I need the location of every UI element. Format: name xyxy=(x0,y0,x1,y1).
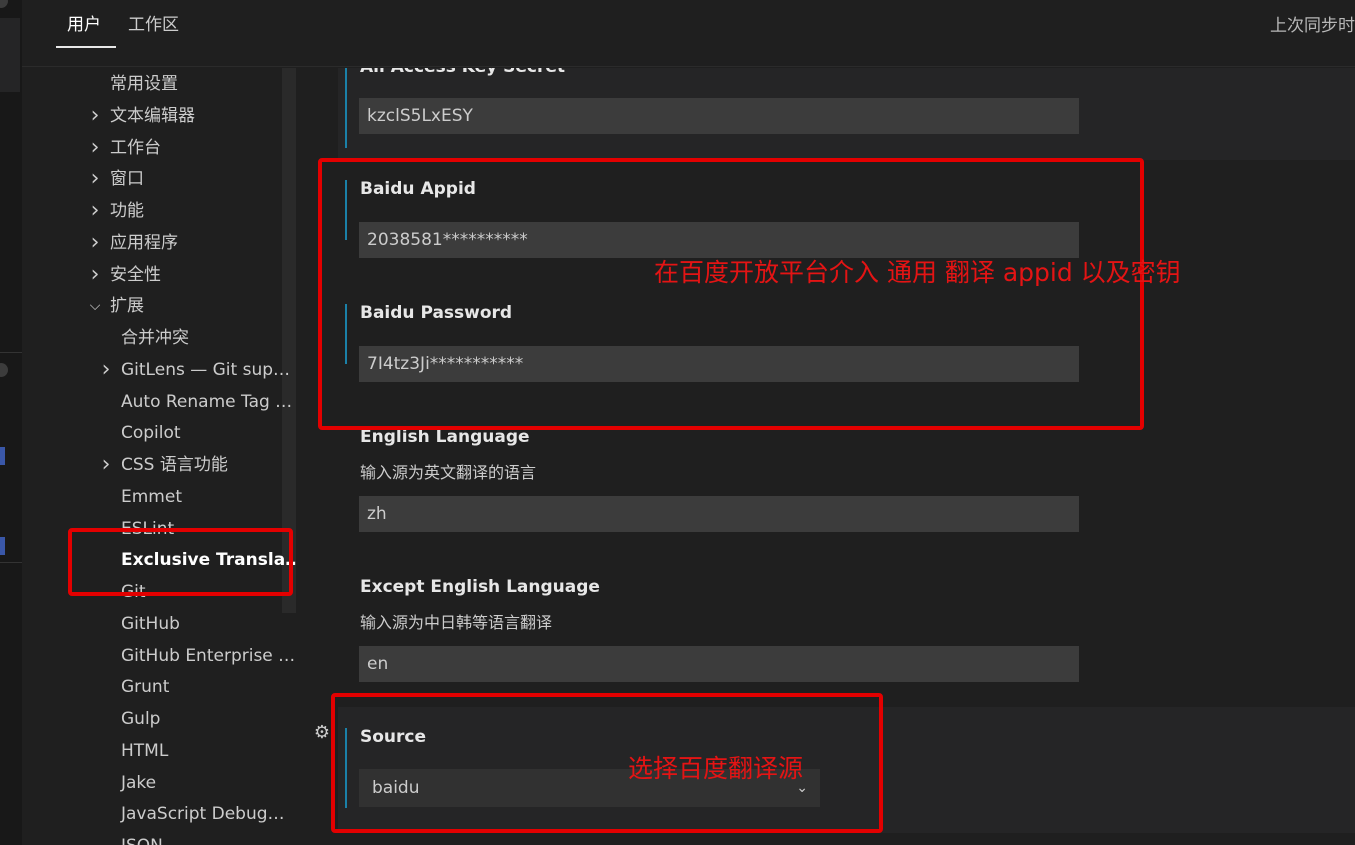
toc-item-label: Auto Rename Tag … xyxy=(121,391,293,412)
toc-item-label: Gulp xyxy=(121,709,161,729)
toc-item-label: JSON xyxy=(121,836,163,845)
chevron-right-icon[interactable]: › xyxy=(86,260,104,290)
last-sync-status: 上次同步时 xyxy=(1270,16,1355,36)
toc-item-label: 应用程序 xyxy=(110,232,178,253)
toc-item-label: 常用设置 xyxy=(110,74,178,94)
toc-item-label: Emmet xyxy=(121,486,182,507)
settings-toc-tree: 常用设置 › 文本编辑器 › 工作台 › 窗口 › 功能 › 应用程序 › 安全性 ⌵ 扩展 合并冲突 › Git… xyxy=(22,68,297,845)
activity-divider xyxy=(0,352,22,353)
chevron-right-icon[interactable]: › xyxy=(86,101,104,131)
tab-user[interactable]: 用户 xyxy=(67,10,101,35)
gear-icon[interactable]: ⚙ xyxy=(312,723,332,743)
toc-item-label: 工作台 xyxy=(110,137,161,158)
toc-item-label: Jake xyxy=(121,772,157,793)
setting-description: 输入源为英文翻译的语言 xyxy=(360,463,537,482)
toc-item-label: 功能 xyxy=(110,201,144,221)
toc-item-label: HTML xyxy=(121,740,169,761)
toc-item[interactable]: Gulp xyxy=(121,704,160,734)
toc-item[interactable]: Emmet xyxy=(121,482,182,512)
settings-scope-tabs: 用户 工作区 上次同步时 xyxy=(22,0,1355,67)
toc-item[interactable]: JavaScript Debug… xyxy=(121,799,285,829)
toc-item[interactable]: › 安全性 xyxy=(91,260,161,290)
settings-window: 用户 工作区 上次同步时 常用设置 › 文本编辑器 › 工作台 › 窗口 › 功能 › 应用程序 › 安… xyxy=(0,0,1355,845)
chevron-right-icon[interactable]: › xyxy=(86,164,104,194)
toc-item[interactable]: › GitLens — Git sup… xyxy=(102,355,291,385)
toc-item[interactable]: › 窗口 xyxy=(91,164,144,194)
chevron-right-icon[interactable]: › xyxy=(86,196,104,226)
toc-item-label: GitLens — Git sup… xyxy=(121,359,291,380)
annotation-source-note: 选择百度翻译源 xyxy=(628,754,804,783)
setting-description: 输入源为中日韩等语言翻译 xyxy=(360,613,553,632)
chevron-right-icon[interactable]: › xyxy=(86,133,104,163)
toc-item[interactable]: › 工作台 xyxy=(91,133,161,163)
toc-item[interactable]: › 功能 xyxy=(91,196,144,226)
toc-item-label: Grunt xyxy=(121,677,170,698)
activity-bar-strip xyxy=(0,18,20,92)
toc-item[interactable]: HTML xyxy=(121,736,168,766)
english-language-input[interactable] xyxy=(359,496,1079,532)
activity-badge xyxy=(0,447,5,465)
toc-item-label: 扩展 xyxy=(110,296,144,317)
toc-item[interactable]: › 应用程序 xyxy=(91,228,178,258)
except-english-language-input[interactable] xyxy=(359,646,1079,682)
toc-item-label: JavaScript Debug… xyxy=(121,804,285,825)
toc-item-label: GitHub xyxy=(121,613,180,634)
toc-item-label: CSS 语言功能 xyxy=(121,455,228,475)
activity-divider xyxy=(0,562,22,563)
activity-badge xyxy=(0,537,5,555)
toc-item-label: GitHub Enterprise … xyxy=(121,645,296,666)
toc-item-label: 文本编辑器 xyxy=(110,105,195,126)
annotation-box-extension xyxy=(68,528,293,596)
tab-workspace[interactable]: 工作区 xyxy=(128,10,179,35)
setting-title: Ali Access Key Secret xyxy=(360,68,565,77)
ali-secret-input[interactable] xyxy=(359,98,1079,134)
chevron-right-icon[interactable]: › xyxy=(86,228,104,258)
setting-title: English Language xyxy=(360,427,530,447)
toc-item[interactable]: Jake xyxy=(121,768,156,798)
toc-item[interactable]: › 文本编辑器 xyxy=(91,101,195,131)
toc-item[interactable]: 常用设置 xyxy=(110,69,178,99)
toc-item[interactable]: GitHub Enterprise … xyxy=(121,641,295,671)
toc-item[interactable]: 合并冲突 xyxy=(121,323,189,353)
toc-item[interactable]: › CSS 语言功能 xyxy=(102,450,228,480)
active-tab-underline xyxy=(56,46,116,48)
toc-item-label: 合并冲突 xyxy=(121,328,189,348)
chevron-down-icon[interactable]: ⌵ xyxy=(86,291,104,321)
settings-editor: Ali Access Key Secret Baidu Appid Baidu … xyxy=(297,68,1355,845)
setting-focus-bar xyxy=(345,68,347,148)
toc-item[interactable]: GitHub xyxy=(121,609,180,639)
toc-item-label: Copilot xyxy=(121,423,181,444)
activity-indicator-icon xyxy=(0,363,8,377)
annotation-baidu-note: 在百度开放平台介入 通用 翻译 appid 以及密钥 xyxy=(654,258,1181,287)
toc-item[interactable]: Copilot xyxy=(121,418,181,448)
chevron-right-icon[interactable]: › xyxy=(97,355,115,385)
toc-item-label: 安全性 xyxy=(110,264,161,285)
activity-bar-edge xyxy=(0,0,22,845)
toc-item[interactable]: ⌵ 扩展 xyxy=(90,291,144,321)
annotation-box-baidu-credentials xyxy=(318,158,1144,430)
toc-item-label: 窗口 xyxy=(110,169,144,190)
activity-indicator-icon xyxy=(0,0,8,8)
setting-title: Except English Language xyxy=(360,577,600,597)
toc-item[interactable]: Auto Rename Tag … xyxy=(121,387,292,417)
toc-item[interactable]: Grunt xyxy=(121,672,169,702)
chevron-right-icon[interactable]: › xyxy=(97,450,115,480)
toc-item[interactable]: JSON xyxy=(121,831,163,845)
